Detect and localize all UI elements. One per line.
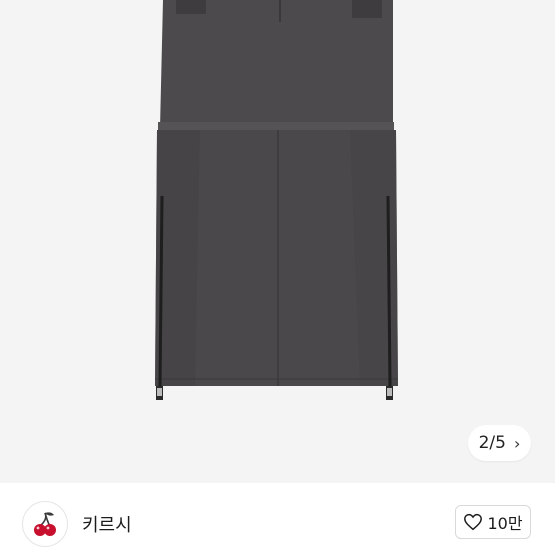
heart-outline-icon [464, 513, 483, 531]
skirt-image [155, 0, 398, 400]
page-indicator[interactable]: 2/5 › [468, 425, 531, 461]
seller-name[interactable]: 키르시 [82, 511, 132, 537]
like-button[interactable]: 10만 [455, 505, 531, 539]
seller-bar: 키르시 10만 [0, 483, 555, 555]
cherry-icon [34, 512, 56, 536]
chevron-right-icon: › [513, 433, 521, 453]
product-photo[interactable]: 2/5 › [0, 0, 555, 483]
page-counter: 2/5 [478, 433, 506, 453]
seller-avatar[interactable] [22, 501, 68, 547]
like-count: 10만 [487, 514, 523, 533]
